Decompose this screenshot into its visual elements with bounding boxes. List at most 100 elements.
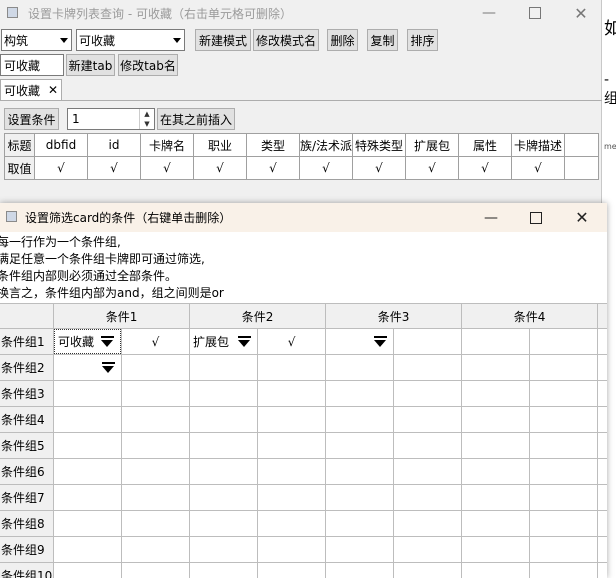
condition-cell[interactable] (189, 406, 259, 433)
condition-value-cell[interactable] (529, 354, 599, 381)
rename-mode-button[interactable]: 修改模式名 (253, 29, 319, 51)
field-value-cell[interactable]: √ (246, 156, 300, 180)
condition-cell[interactable] (120, 510, 191, 537)
condition-cell[interactable] (393, 458, 463, 485)
condition-cell[interactable] (597, 354, 607, 381)
field-column-header[interactable]: 属性 (458, 133, 512, 157)
condition-cell[interactable] (529, 432, 599, 459)
condition-cell[interactable] (529, 510, 599, 537)
condition-cell[interactable] (325, 510, 395, 537)
condition-cell[interactable] (461, 510, 531, 537)
close-icon[interactable]: ✕ (48, 83, 58, 97)
condition-cell[interactable] (461, 484, 531, 511)
condition-cell[interactable] (325, 458, 395, 485)
condition-cell[interactable] (257, 458, 327, 485)
field-column-header[interactable]: 族/法术派 (299, 133, 353, 157)
row-header[interactable]: 条件组7 (0, 484, 54, 511)
tab-name-input[interactable]: 可收藏 (0, 54, 64, 76)
condition-cell[interactable] (189, 562, 259, 578)
condition-cell[interactable] (529, 484, 599, 511)
row-header[interactable]: 条件组9 (0, 536, 54, 563)
condition-cell[interactable] (257, 562, 327, 578)
maximize-button[interactable] (512, 0, 558, 26)
delete-button[interactable]: 删除 (327, 29, 358, 51)
field-value-cell[interactable]: √ (352, 156, 406, 180)
new-tab-button[interactable]: 新建tab (66, 54, 115, 76)
tab-collectible[interactable]: 可收藏 ✕ (0, 79, 62, 100)
position-spinbox[interactable]: 1 ▲ ▼ (67, 108, 155, 130)
condition-cell[interactable] (461, 536, 531, 563)
condition-cell[interactable] (529, 562, 599, 578)
condition-value-cell[interactable] (529, 328, 599, 355)
condition-cell[interactable] (393, 562, 463, 578)
condition-cell[interactable] (53, 432, 122, 459)
mode-select[interactable]: 可收藏 (76, 29, 185, 51)
condition-cell[interactable] (189, 354, 259, 381)
condition-cell[interactable] (257, 484, 327, 511)
field-dropdown[interactable] (327, 330, 393, 353)
condition-cell[interactable] (597, 406, 607, 433)
empty-cell[interactable] (564, 156, 599, 180)
condition-cell[interactable] (393, 432, 463, 459)
condition-cell[interactable] (461, 432, 531, 459)
spin-arrows-icon[interactable]: ▲ ▼ (139, 109, 154, 129)
condition-value-cell[interactable] (393, 354, 463, 381)
condition-cell[interactable] (189, 380, 259, 407)
condition-cell[interactable] (120, 562, 191, 578)
condition-cell[interactable] (325, 328, 395, 355)
condition-cell[interactable] (597, 484, 607, 511)
row-header[interactable]: 条件组3 (0, 380, 54, 407)
field-column-header[interactable]: 扩展包 (405, 133, 459, 157)
condition-cell[interactable] (597, 328, 607, 355)
field-column-header[interactable]: 职业 (193, 133, 247, 157)
column-header-condition2[interactable]: 条件2 (189, 303, 327, 329)
new-mode-button[interactable]: 新建模式 (195, 29, 251, 51)
condition-value-cell[interactable] (120, 354, 191, 381)
field-value-cell[interactable]: √ (405, 156, 459, 180)
condition-cell[interactable] (597, 562, 607, 578)
condition-value-cell[interactable]: √ (120, 328, 191, 355)
condition-cell[interactable] (257, 432, 327, 459)
field-column-header[interactable]: dbfid (34, 133, 88, 157)
field-column-header[interactable]: 卡牌描述 (511, 133, 565, 157)
sort-button[interactable]: 排序 (407, 29, 438, 51)
field-dropdown[interactable] (55, 356, 121, 379)
condition-cell[interactable] (189, 458, 259, 485)
field-column-header[interactable]: 类型 (246, 133, 300, 157)
condition-cell[interactable] (53, 380, 122, 407)
condition-cell[interactable] (189, 510, 259, 537)
condition-cell[interactable] (461, 380, 531, 407)
condition-cell[interactable] (325, 380, 395, 407)
condition-cell[interactable] (120, 380, 191, 407)
condition-cell[interactable] (461, 562, 531, 578)
condition-cell[interactable] (461, 354, 531, 381)
row-header[interactable]: 条件组2 (0, 354, 54, 381)
row-header[interactable]: 条件组1 (0, 328, 54, 355)
condition-cell[interactable] (393, 536, 463, 563)
field-column-header[interactable]: 卡牌名 (140, 133, 194, 157)
row-header[interactable]: 条件组4 (0, 406, 54, 433)
condition-cell[interactable] (597, 536, 607, 563)
condition-cell[interactable] (325, 406, 395, 433)
rename-tab-button[interactable]: 修改tab名 (118, 54, 178, 76)
condition-cell[interactable] (189, 432, 259, 459)
field-value-cell[interactable]: √ (140, 156, 194, 180)
field-dropdown[interactable]: 扩展包 (191, 330, 257, 353)
condition-cell[interactable] (120, 432, 191, 459)
dialog-maximize-button[interactable] (513, 203, 559, 232)
condition-cell[interactable] (53, 510, 122, 537)
condition-cell[interactable] (257, 406, 327, 433)
condition-cell[interactable] (325, 432, 395, 459)
field-value-cell[interactable]: √ (458, 156, 512, 180)
condition-cell[interactable] (257, 380, 327, 407)
condition-cell[interactable] (325, 536, 395, 563)
condition-cell[interactable] (597, 380, 607, 407)
condition-cell[interactable] (529, 458, 599, 485)
condition-cell[interactable] (597, 510, 607, 537)
condition-cell[interactable] (189, 536, 259, 563)
condition-cell[interactable] (120, 458, 191, 485)
condition-cell[interactable] (597, 432, 607, 459)
condition-cell[interactable] (257, 536, 327, 563)
category-select[interactable]: 构筑 (1, 29, 72, 51)
copy-button[interactable]: 复制 (367, 29, 398, 51)
